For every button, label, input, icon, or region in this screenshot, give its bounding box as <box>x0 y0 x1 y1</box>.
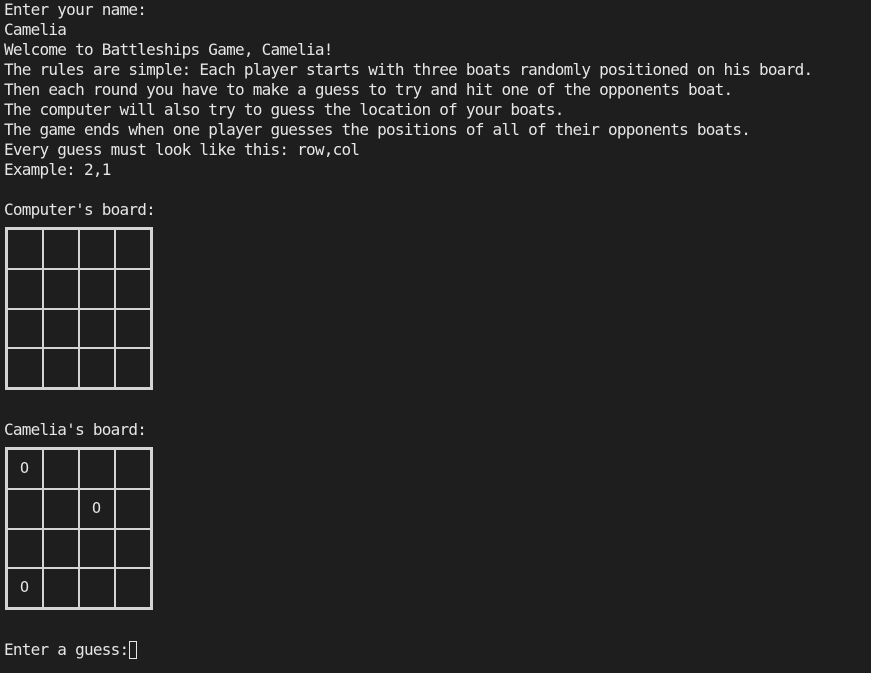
welcome-message: Welcome to Battleships Game, Camelia! <box>4 40 333 59</box>
board-cell <box>43 568 79 608</box>
board-cell <box>79 348 115 388</box>
boat-marker: O <box>92 498 102 517</box>
board-cell <box>43 528 79 569</box>
board-cell <box>43 449 79 489</box>
boat-marker: O <box>20 578 30 597</box>
name-prompt: Enter your name: <box>4 0 147 19</box>
board-cell <box>79 449 115 489</box>
player-board: O O O <box>5 447 153 610</box>
board-cell <box>79 229 115 269</box>
guess-input-line[interactable]: Enter a guess: <box>4 640 138 660</box>
board-cell <box>7 229 43 269</box>
rules-line: Example: 2,1 <box>4 160 111 179</box>
board-cell <box>7 348 43 388</box>
board-cell: O <box>7 568 43 608</box>
board-cell <box>115 528 151 569</box>
computer-board-label: Computer's board: <box>4 200 156 219</box>
text-cursor[interactable] <box>129 641 138 659</box>
board-cell <box>115 268 151 309</box>
board-cell <box>79 268 115 309</box>
rules-line: The game ends when one player guesses th… <box>4 120 751 139</box>
board-cell: O <box>7 449 43 489</box>
entered-name: Camelia <box>4 20 67 39</box>
board-cell <box>7 308 43 349</box>
board-cell <box>115 308 151 349</box>
computer-board <box>5 227 153 390</box>
board-cell <box>115 449 151 489</box>
boat-marker: O <box>20 459 30 477</box>
board-cell <box>79 308 115 349</box>
board-cell <box>115 229 151 269</box>
board-cell <box>43 229 79 269</box>
player-board-label: Camelia's board: <box>4 420 147 439</box>
board-cell <box>115 488 151 529</box>
board-cell <box>115 568 151 608</box>
board-cell <box>43 488 79 529</box>
rules-line: The rules are simple: Each player starts… <box>4 60 813 79</box>
rules-line: Every guess must look like this: row,col <box>4 140 360 159</box>
board-cell <box>43 268 79 309</box>
board-cell <box>43 348 79 388</box>
board-cell <box>79 568 115 608</box>
board-cell: O <box>79 488 115 529</box>
rules-line: Then each round you have to make a guess… <box>4 80 733 99</box>
board-cell <box>7 488 43 529</box>
board-cell <box>43 308 79 349</box>
guess-prompt: Enter a guess: <box>4 640 129 659</box>
rules-line: The computer will also try to guess the … <box>4 100 564 119</box>
board-cell <box>7 268 43 309</box>
board-cell <box>79 528 115 569</box>
board-cell <box>115 348 151 388</box>
board-cell <box>7 528 43 569</box>
